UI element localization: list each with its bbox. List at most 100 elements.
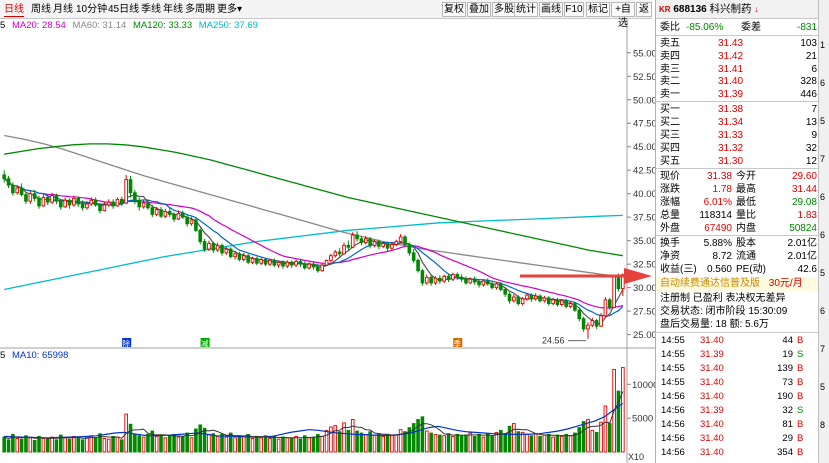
- candle-body: [181, 212, 185, 218]
- draw-line-button[interactable]: 画线: [539, 2, 563, 17]
- statistics-button[interactable]: 统计: [514, 2, 538, 17]
- overlay-button[interactable]: 叠加: [467, 2, 491, 17]
- tab-more[interactable]: 更多▾: [217, 2, 242, 17]
- candle-body: [63, 199, 67, 208]
- volume-bar: [272, 435, 277, 453]
- ask-row[interactable]: 卖三 31.41 6: [656, 63, 819, 76]
- restore-rights-button[interactable]: 复权: [442, 2, 466, 17]
- candle-body: [416, 259, 420, 272]
- candle-body: [250, 258, 255, 263]
- stat-value: 1.78: [712, 184, 732, 195]
- ask-volume: 328: [800, 76, 817, 88]
- tab-45day[interactable]: 45日线: [108, 2, 139, 17]
- volume-bar: [363, 433, 368, 453]
- tab-10min[interactable]: 10分钟: [76, 2, 107, 17]
- candle-body: [538, 295, 542, 302]
- stat-value: 50824: [789, 223, 817, 234]
- volume-bar: [233, 437, 237, 453]
- back-button[interactable]: 返回: [636, 2, 652, 17]
- tick-side: B: [797, 433, 804, 444]
- volume-ma10-line: [4, 402, 624, 439]
- mark-button[interactable]: 标记: [586, 2, 610, 17]
- volume-bar: [80, 439, 85, 453]
- candle-body: [337, 251, 342, 255]
- candle-body: [420, 270, 425, 284]
- candle-body: [102, 204, 107, 212]
- ask-row[interactable]: 卖一 31.39 446: [656, 88, 819, 101]
- candle-body: [355, 234, 359, 240]
- add-watchlist-button[interactable]: +自选: [611, 2, 635, 29]
- candle-body: [294, 260, 298, 266]
- volume-tick-label: 5000: [632, 414, 653, 425]
- candle-body: [93, 199, 98, 206]
- volume-bar: [259, 437, 264, 453]
- side-strip-label: 5: [820, 382, 826, 392]
- bid-label: 买五: [660, 156, 680, 167]
- tick-volume: 354: [777, 447, 793, 458]
- bid-price: 31.30: [718, 156, 744, 167]
- candle-body: [512, 296, 516, 302]
- candle-body: [603, 299, 608, 317]
- bid-row[interactable]: 买五 31.30 12: [656, 155, 819, 168]
- tab-quarterly[interactable]: 季线: [141, 2, 161, 17]
- promo-banner[interactable]: 自动续费通达信普及版 30元/月: [656, 277, 819, 291]
- f10-button[interactable]: F10: [564, 2, 584, 17]
- ask-row[interactable]: 卖四 31.42 21: [656, 50, 819, 63]
- side-strip-label: 5: [820, 268, 826, 278]
- candle-body: [403, 236, 407, 245]
- volume-bar: [455, 433, 460, 453]
- stat-label: 总量: [660, 210, 680, 221]
- tab-daily[interactable]: 日线: [4, 2, 24, 17]
- tick-price: 31.39: [700, 349, 724, 360]
- candle-body: [455, 274, 460, 278]
- volume-bar: [512, 423, 516, 453]
- candle-body: [385, 243, 390, 249]
- candle-body: [106, 201, 111, 206]
- candle-body: [133, 192, 137, 201]
- candle-body: [594, 320, 599, 327]
- tab-multi-period[interactable]: 多周期: [185, 2, 215, 17]
- bid-row[interactable]: 买四 31.32 32: [656, 142, 819, 155]
- bid-row[interactable]: 买一 31.38 7: [656, 103, 819, 116]
- price-tick-label: 55.00: [633, 48, 655, 59]
- ask-volume: 21: [805, 50, 817, 62]
- volume-bar: [603, 405, 608, 453]
- candle-body: [146, 202, 150, 209]
- tick-price: 31.40: [700, 419, 724, 430]
- bid-row[interactable]: 买三 31.33 9: [656, 129, 819, 142]
- volume-bar: [6, 439, 11, 453]
- tab-yearly[interactable]: 年线: [163, 2, 183, 17]
- candle-body: [124, 179, 128, 204]
- tick-row: 14:56 31.40 81 B: [656, 419, 819, 431]
- volume-bar: [542, 434, 547, 453]
- volume-bar: [577, 427, 582, 453]
- tab-weekly[interactable]: 周线: [31, 2, 51, 17]
- volume-bar: [172, 433, 176, 453]
- event-marker-label: 季: [454, 338, 462, 348]
- quote-header[interactable]: KR 688136 科兴制药 ↓: [656, 0, 819, 19]
- kline-chart[interactable]: 55.00 52.50 50.00 47.50 45.00 42.50 40.00 37.50…: [0, 0, 655, 463]
- ask-row[interactable]: 卖二 31.40 328: [656, 75, 819, 88]
- weicha-label: 委差: [741, 22, 761, 33]
- tick-volume: 32: [782, 405, 793, 416]
- weicha-value: -831: [796, 22, 817, 33]
- multi-stock-button[interactable]: 多股: [492, 2, 516, 17]
- ask-price: 31.40: [718, 76, 744, 88]
- candle-body: [85, 203, 89, 209]
- volume-bar: [54, 439, 59, 453]
- fundamental-value: 5.88%: [703, 238, 732, 249]
- candle-body: [194, 219, 198, 231]
- volume-bar: [329, 426, 333, 453]
- candle-body: [359, 238, 364, 243]
- ma-legend: 5 MA20: 28.54 MA60: 31.14 MA120: 33.33 M…: [0, 19, 262, 32]
- stat-row: 现价 31.38 今开 29.60: [656, 170, 819, 183]
- tab-monthly[interactable]: 月线: [53, 2, 73, 17]
- candle-body: [285, 261, 290, 267]
- candle-body: [442, 275, 446, 282]
- ask-row[interactable]: 卖五 31.43 103: [656, 37, 819, 50]
- candle-body: [451, 274, 455, 280]
- bid-row[interactable]: 买二 31.34 13: [656, 116, 819, 129]
- vol-legend-lead: 5: [0, 350, 6, 361]
- candle-body: [45, 197, 50, 203]
- candle-body: [424, 276, 429, 284]
